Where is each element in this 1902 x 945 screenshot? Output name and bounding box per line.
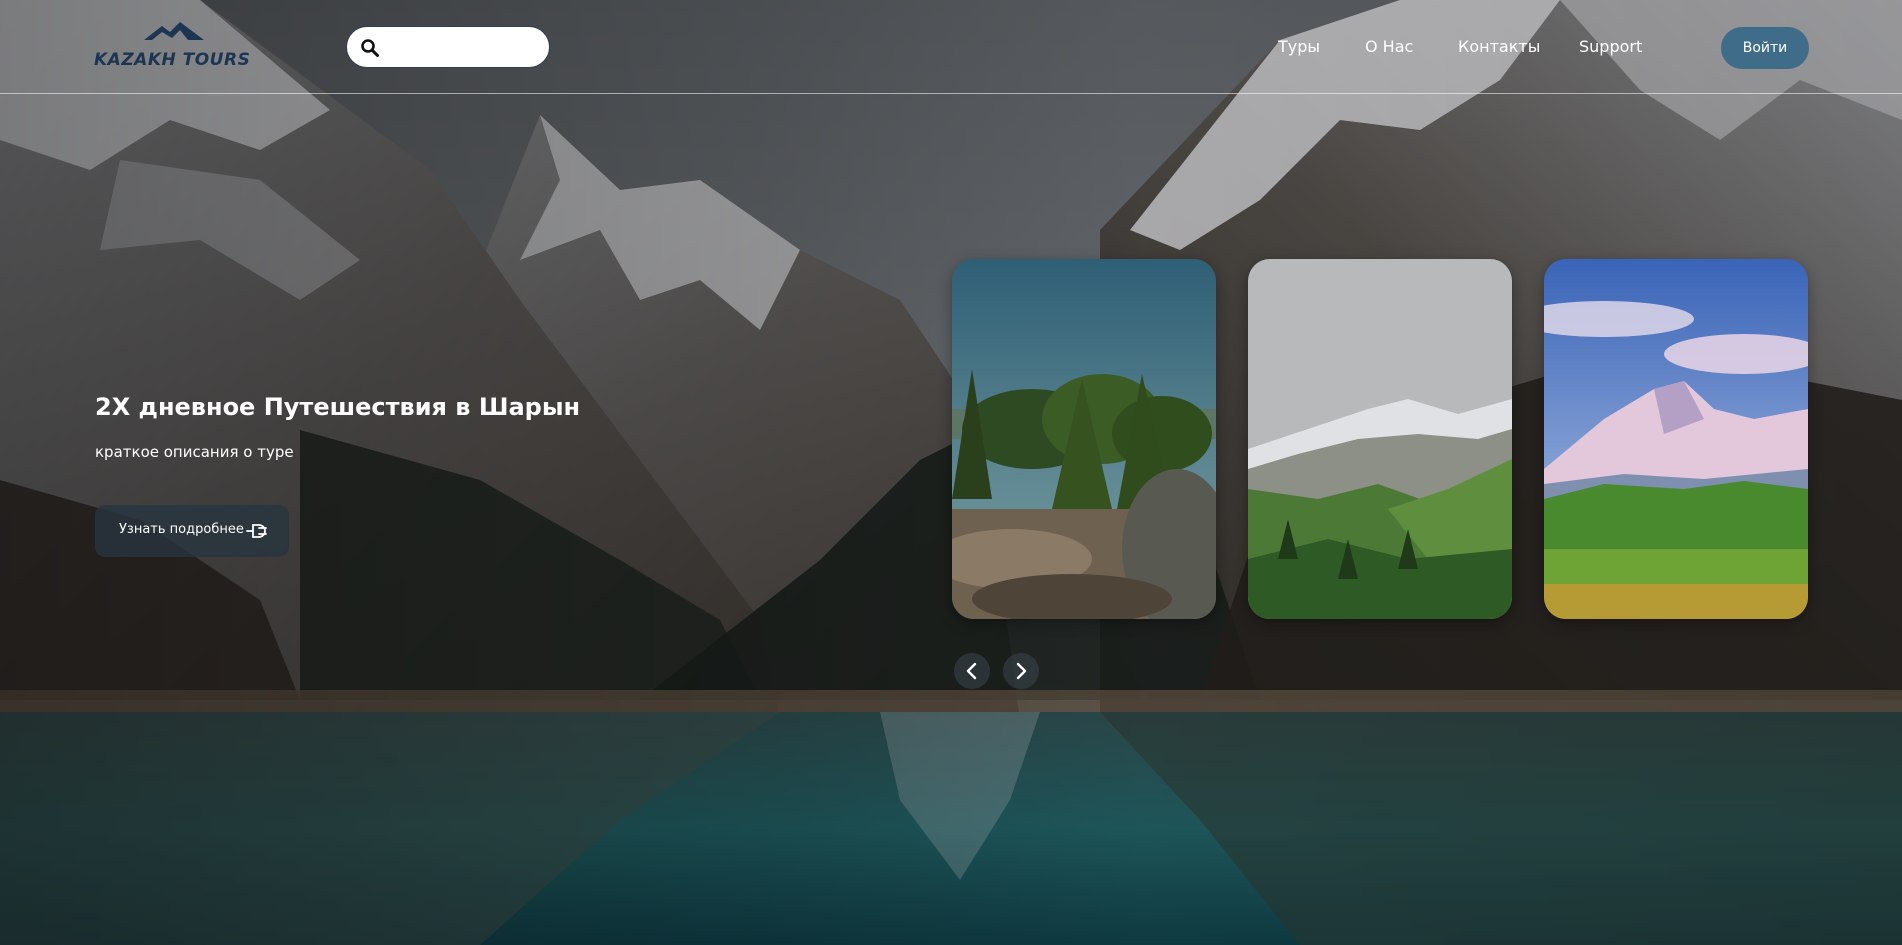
snow-peak-scene [1544, 259, 1808, 619]
carousel-next-button[interactable] [1003, 653, 1039, 689]
login-button[interactable]: Войти [1721, 27, 1809, 69]
forest-canyon-scene [952, 259, 1216, 619]
hero-title: 2Х дневное Путешествия в Шарын [95, 393, 581, 421]
search-icon [361, 39, 379, 57]
tour-card-peak[interactable] [1544, 259, 1808, 619]
nav-link-contacts[interactable]: Контакты [1458, 37, 1540, 56]
nav-link-support[interactable]: Support [1579, 37, 1642, 56]
site-header: KAZAKH TOURS Туры О Нас Контакты Support… [0, 0, 1902, 94]
brand-name: KAZAKH TOURS [94, 50, 251, 70]
tour-card-forest[interactable] [952, 259, 1216, 619]
hero-subtitle: краткое описания о туре [95, 443, 294, 461]
chevron-right-icon [1016, 662, 1027, 680]
learn-more-label: Узнать подробнее [119, 522, 244, 537]
green-valley-scene [1248, 259, 1512, 619]
chevron-left-icon [966, 662, 977, 680]
brand-logo[interactable]: KAZAKH TOURS [94, 20, 254, 70]
search-box[interactable] [346, 26, 550, 68]
carousel-prev-button[interactable] [954, 653, 990, 689]
plug-icon [246, 524, 267, 538]
learn-more-button[interactable]: Узнать подробнее [95, 505, 289, 557]
tour-card-valley[interactable] [1248, 259, 1512, 619]
nav-link-about[interactable]: О Нас [1365, 37, 1413, 56]
mountain-icon [144, 22, 204, 40]
search-input[interactable] [389, 33, 543, 63]
page: KAZAKH TOURS Туры О Нас Контакты Support… [0, 0, 1902, 945]
nav-link-tours[interactable]: Туры [1278, 37, 1320, 56]
